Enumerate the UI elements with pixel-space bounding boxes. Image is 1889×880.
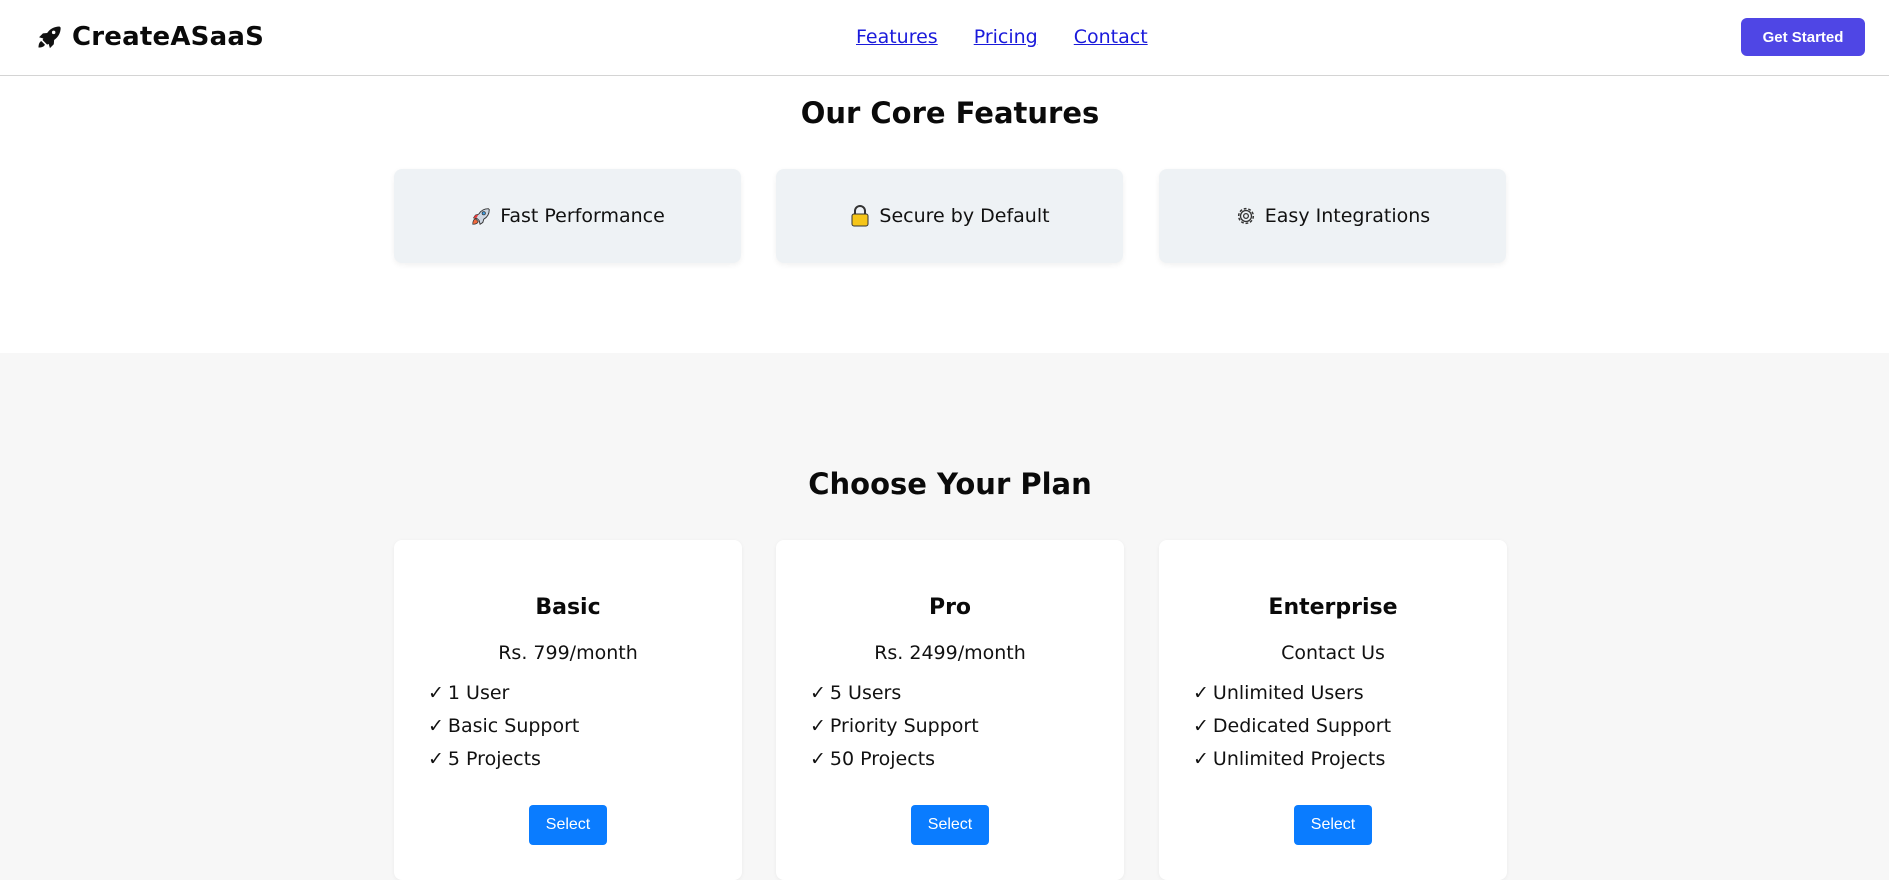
- brand-name: CreateASaaS: [72, 22, 265, 52]
- check-icon: ✓: [810, 682, 826, 704]
- pricing-section: Choose Your Plan Basic Rs. 799/month ✓ 1 …: [0, 353, 1889, 880]
- list-item: ✓ Dedicated Support: [1193, 715, 1392, 737]
- select-basic-button[interactable]: Select: [529, 805, 607, 845]
- feature-card-performance: Fast Performance: [394, 169, 741, 263]
- feature-label: Secure by Default: [879, 205, 1050, 227]
- plan-name: Basic: [535, 595, 601, 620]
- rocket-icon: [34, 22, 64, 52]
- check-icon: ✓: [1193, 748, 1209, 770]
- nav-link-features[interactable]: Features: [856, 26, 938, 48]
- plan-feature-list: ✓ 5 Users ✓ Priority Support ✓ 50 Projects: [810, 677, 979, 776]
- list-item: ✓ 50 Projects: [810, 748, 936, 770]
- check-icon: ✓: [428, 748, 444, 770]
- plan-name: Enterprise: [1268, 595, 1398, 620]
- plan-price: Rs. 2499/month: [874, 642, 1026, 664]
- nav-link-pricing[interactable]: Pricing: [974, 26, 1038, 48]
- list-item: ✓ Unlimited Users: [1193, 682, 1364, 704]
- check-icon: ✓: [810, 715, 826, 737]
- list-item: ✓ 5 Projects: [428, 748, 541, 770]
- plan-feature-list: ✓ Unlimited Users ✓ Dedicated Support ✓ Unl…: [1193, 677, 1391, 776]
- check-icon: ✓: [428, 682, 444, 704]
- feature-card-security: Secure by Default: [776, 169, 1123, 263]
- list-item: ✓ Unlimited Projects: [1193, 748, 1386, 770]
- check-icon: ✓: [1193, 715, 1209, 737]
- plan-card-enterprise: Enterprise Contact Us ✓ Unlimited Users ✓…: [1159, 540, 1507, 880]
- gear-icon: [1235, 205, 1257, 227]
- plan-price: Rs. 799/month: [498, 642, 638, 664]
- feature-label: Fast Performance: [500, 205, 665, 227]
- main-nav: Features Pricing Contact: [856, 26, 1148, 48]
- select-enterprise-button[interactable]: Select: [1294, 805, 1372, 845]
- select-pro-button[interactable]: Select: [911, 805, 989, 845]
- list-item: ✓ Basic Support: [428, 715, 580, 737]
- plan-card-pro: Pro Rs. 2499/month ✓ 5 Users ✓ Priority Su…: [776, 540, 1124, 880]
- get-started-button[interactable]: Get Started: [1741, 18, 1865, 56]
- plan-price: Contact Us: [1281, 642, 1385, 664]
- plan-feature-list: ✓ 1 User ✓ Basic Support ✓ 5 Projects: [428, 677, 579, 776]
- check-icon: ✓: [1193, 682, 1209, 704]
- lock-icon: [849, 205, 871, 227]
- list-item: ✓ 1 User: [428, 682, 510, 704]
- list-item: ✓ 5 Users: [810, 682, 902, 704]
- feature-card-integrations: Easy Integrations: [1159, 169, 1506, 263]
- rocket-icon: [470, 205, 492, 227]
- list-item: ✓ Priority Support: [810, 715, 979, 737]
- feature-label: Easy Integrations: [1264, 205, 1431, 227]
- check-icon: ✓: [428, 715, 444, 737]
- nav-link-contact[interactable]: Contact: [1074, 26, 1148, 48]
- site-header: CreateASaaS Features Pricing Contact Get…: [0, 0, 1889, 76]
- check-icon: ✓: [810, 748, 826, 770]
- plan-name: Pro: [928, 595, 972, 620]
- pricing-title: Choose Your Plan: [808, 467, 1092, 501]
- features-title: Our Core Features: [800, 96, 1100, 130]
- brand[interactable]: CreateASaaS: [34, 20, 264, 54]
- plan-card-basic: Basic Rs. 799/month ✓ 1 User ✓ Basic Suppo…: [394, 540, 742, 880]
